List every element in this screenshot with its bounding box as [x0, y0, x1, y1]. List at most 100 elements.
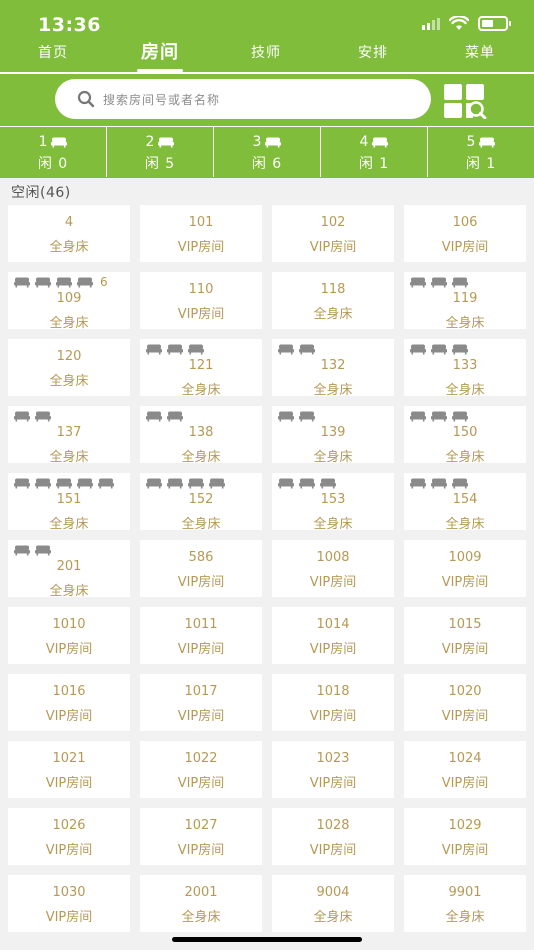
room-card[interactable]: 1021 VIP房间 [8, 741, 130, 798]
room-number: 1021 [52, 751, 86, 766]
room-card[interactable]: 1027 VIP房间 [140, 808, 262, 865]
room-bed-icons [410, 343, 468, 355]
room-bed-icons [14, 477, 114, 489]
room-card[interactable]: 9901 全身床 [404, 875, 526, 932]
room-card[interactable]: 9004 全身床 [272, 875, 394, 932]
room-type: 全身床 [49, 517, 89, 532]
filter-beds-3[interactable]: 3闲 6 [214, 127, 321, 177]
room-card[interactable]: 1030 VIP房间 [8, 875, 130, 932]
room-type: 全身床 [181, 910, 221, 925]
room-card[interactable]: 201 全身床 [8, 540, 130, 599]
filter-beds-5[interactable]: 5闲 1 [428, 127, 534, 177]
room-card[interactable]: 132 全身床 [272, 339, 394, 398]
bed-icon [209, 478, 225, 488]
room-card[interactable]: 118 全身床 [272, 272, 394, 329]
section-title: 空闲(46) [11, 185, 71, 201]
tab-schedule[interactable]: 安排 [320, 40, 426, 66]
room-number: 586 [188, 550, 214, 565]
filter-bed-number: 1 [0, 134, 106, 150]
room-card[interactable]: 6 109 全身床 [8, 272, 130, 331]
bed-icon [188, 478, 204, 488]
room-number: 137 [56, 425, 82, 440]
room-card[interactable]: 1011 VIP房间 [140, 607, 262, 664]
room-card[interactable]: 152 全身床 [140, 473, 262, 532]
bed-icon [299, 411, 315, 421]
bed-icon [299, 344, 315, 354]
room-type: VIP房间 [441, 575, 489, 590]
tab-rooms[interactable]: 房间 [107, 40, 213, 66]
room-bed-icons [410, 477, 468, 489]
grid-search-icon[interactable] [443, 83, 487, 119]
room-card[interactable]: 1008 VIP房间 [272, 540, 394, 597]
room-card[interactable]: 153 全身床 [272, 473, 394, 532]
room-card[interactable]: 119 全身床 [404, 272, 526, 331]
room-card[interactable]: 1028 VIP房间 [272, 808, 394, 865]
filter-bed-count: 2 [145, 134, 155, 150]
room-card[interactable]: 1010 VIP房间 [8, 607, 130, 664]
room-number: 1028 [316, 818, 350, 833]
room-card[interactable]: 4 全身床 [8, 205, 130, 262]
room-type: 全身床 [49, 240, 89, 255]
room-type: 全身床 [313, 450, 353, 465]
room-card[interactable]: 101 VIP房间 [140, 205, 262, 262]
room-card[interactable]: 1009 VIP房间 [404, 540, 526, 597]
tab-home[interactable]: 首页 [0, 40, 106, 66]
room-card[interactable]: 586 VIP房间 [140, 540, 262, 597]
filter-bed-number: 5 [428, 134, 534, 150]
room-card[interactable]: 151 全身床 [8, 473, 130, 532]
room-card[interactable]: 1020 VIP房间 [404, 674, 526, 731]
room-card[interactable]: 138 全身床 [140, 406, 262, 465]
bed-icon [320, 478, 336, 488]
filter-idle-count: 闲 0 [37, 156, 69, 172]
search-placeholder: 搜索房间号或者名称 [103, 92, 221, 107]
room-type: VIP房间 [45, 843, 93, 858]
filter-idle-count: 闲 5 [144, 156, 176, 172]
filter-beds-2[interactable]: 2闲 5 [107, 127, 214, 177]
search-input[interactable]: 搜索房间号或者名称 [55, 79, 431, 119]
room-number: 1009 [448, 550, 482, 565]
bed-icon [35, 478, 51, 488]
room-card[interactable]: 1029 VIP房间 [404, 808, 526, 865]
room-card[interactable]: 1024 VIP房间 [404, 741, 526, 798]
room-type: 全身床 [313, 307, 353, 322]
room-card[interactable]: 1015 VIP房间 [404, 607, 526, 664]
room-card[interactable]: 102 VIP房间 [272, 205, 394, 262]
room-card[interactable]: 121 全身床 [140, 339, 262, 398]
room-card[interactable]: 2001 全身床 [140, 875, 262, 932]
room-number: 2001 [184, 885, 218, 900]
bed-icon [167, 411, 183, 421]
room-number: 102 [320, 215, 346, 230]
room-card[interactable]: 1017 VIP房间 [140, 674, 262, 731]
room-number: 1011 [184, 617, 218, 632]
room-type: 全身床 [49, 584, 89, 599]
room-card[interactable]: 137 全身床 [8, 406, 130, 465]
room-card[interactable]: 1016 VIP房间 [8, 674, 130, 731]
room-card[interactable]: 1026 VIP房间 [8, 808, 130, 865]
status-icons [422, 16, 511, 31]
room-card[interactable]: 1018 VIP房间 [272, 674, 394, 731]
room-type: 全身床 [49, 316, 89, 331]
tab-menu[interactable]: 菜单 [427, 40, 533, 66]
room-number: 120 [56, 349, 82, 364]
room-bed-icons [278, 343, 315, 355]
tab-technicians[interactable]: 技师 [213, 40, 319, 66]
room-number: 154 [452, 492, 478, 507]
room-card[interactable]: 120 全身床 [8, 339, 130, 396]
bed-icon [452, 411, 468, 421]
room-card[interactable]: 150 全身床 [404, 406, 526, 465]
room-card[interactable]: 1023 VIP房间 [272, 741, 394, 798]
room-capacity: 6 [100, 275, 108, 289]
room-card[interactable]: 133 全身床 [404, 339, 526, 398]
room-card[interactable]: 154 全身床 [404, 473, 526, 532]
room-card[interactable]: 106 VIP房间 [404, 205, 526, 262]
room-type: VIP房间 [45, 709, 93, 724]
room-card[interactable]: 1022 VIP房间 [140, 741, 262, 798]
room-type: 全身床 [313, 383, 353, 398]
filter-beds-4[interactable]: 4闲 1 [321, 127, 428, 177]
room-card[interactable]: 110 VIP房间 [140, 272, 262, 329]
bed-icon [278, 344, 294, 354]
room-card[interactable]: 139 全身床 [272, 406, 394, 465]
room-card[interactable]: 1014 VIP房间 [272, 607, 394, 664]
filter-beds-1[interactable]: 1闲 0 [0, 127, 107, 177]
bed-icon [146, 478, 162, 488]
